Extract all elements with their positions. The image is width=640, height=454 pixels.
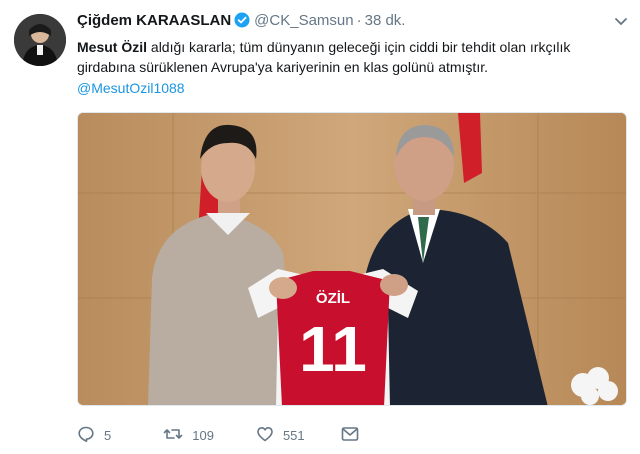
jersey-number: 11 bbox=[299, 313, 367, 385]
verified-badge-icon bbox=[234, 12, 250, 32]
tweet-text: Mesut Özil aldığı kararla; tüm dünyanın … bbox=[77, 37, 622, 77]
mention-link[interactable]: @MesutOzil1088 bbox=[77, 80, 185, 96]
author-handle[interactable]: @CK_Samsun bbox=[254, 12, 353, 29]
chevron-down-icon[interactable] bbox=[614, 14, 628, 32]
tweet-photo[interactable]: ÖZİL 11 bbox=[77, 112, 627, 406]
tweet-actions: 5 109 551 bbox=[77, 424, 396, 446]
like-count: 551 bbox=[282, 427, 305, 443]
like-icon bbox=[256, 425, 283, 446]
reply-icon bbox=[77, 425, 104, 446]
retweet-icon bbox=[163, 425, 192, 446]
reply-count: 5 bbox=[104, 427, 112, 443]
direct-message-button[interactable] bbox=[341, 426, 368, 445]
tweet: Çiğdem KARAASLAN @CK_Samsun · 38 dk. Mesut … bbox=[0, 0, 640, 454]
author-name[interactable]: Çiğdem KARAASLAN bbox=[77, 12, 231, 29]
avatar[interactable] bbox=[14, 14, 66, 66]
retweet-count: 109 bbox=[192, 427, 214, 443]
separator: · bbox=[356, 12, 362, 29]
reply-button[interactable]: 5 bbox=[77, 425, 111, 446]
retweet-button[interactable]: 109 bbox=[163, 425, 214, 446]
jersey-name: ÖZİL bbox=[316, 290, 350, 307]
like-button[interactable]: 551 bbox=[256, 425, 305, 446]
timestamp[interactable]: 38 dk. bbox=[365, 12, 406, 29]
tweet-text-bold: Mesut Özil bbox=[77, 39, 148, 55]
tweet-text-body: aldığı kararla; tüm dünyanın geleceği iç… bbox=[77, 39, 571, 75]
tweet-header: Çiğdem KARAASLAN @CK_Samsun · 38 dk. bbox=[77, 12, 405, 32]
direct-message-icon bbox=[341, 426, 368, 445]
